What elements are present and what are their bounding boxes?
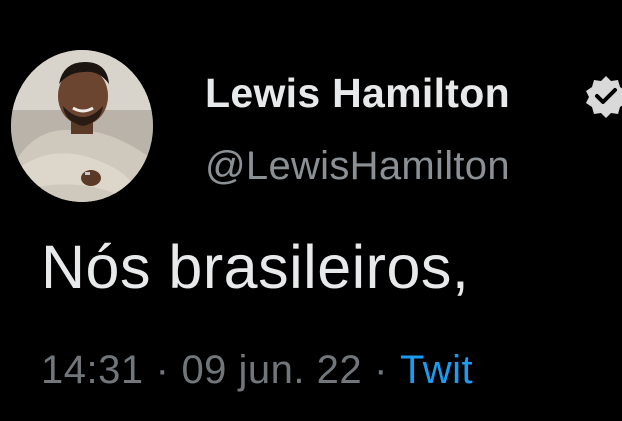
tweet-time[interactable]: 14:31 bbox=[41, 348, 144, 392]
author-handle[interactable]: @LewisHamilton bbox=[205, 144, 510, 189]
tweet-date[interactable]: 09 jun. 22 bbox=[181, 348, 362, 392]
author-name[interactable]: Lewis Hamilton bbox=[205, 70, 510, 117]
avatar-photo-icon bbox=[11, 50, 153, 202]
tweet-source-link[interactable]: Twit bbox=[400, 348, 473, 392]
tweet-text: Nós brasileiros, bbox=[41, 233, 470, 301]
tweet-meta: 14:31 · 09 jun. 22 · Twit bbox=[41, 348, 473, 393]
meta-separator: · bbox=[155, 348, 170, 392]
tweet-card: Lewis Hamilton @LewisHamilton Nós brasil… bbox=[0, 0, 622, 421]
verified-badge-icon bbox=[584, 74, 622, 118]
profile-avatar[interactable] bbox=[11, 50, 153, 202]
meta-separator: · bbox=[374, 348, 388, 392]
